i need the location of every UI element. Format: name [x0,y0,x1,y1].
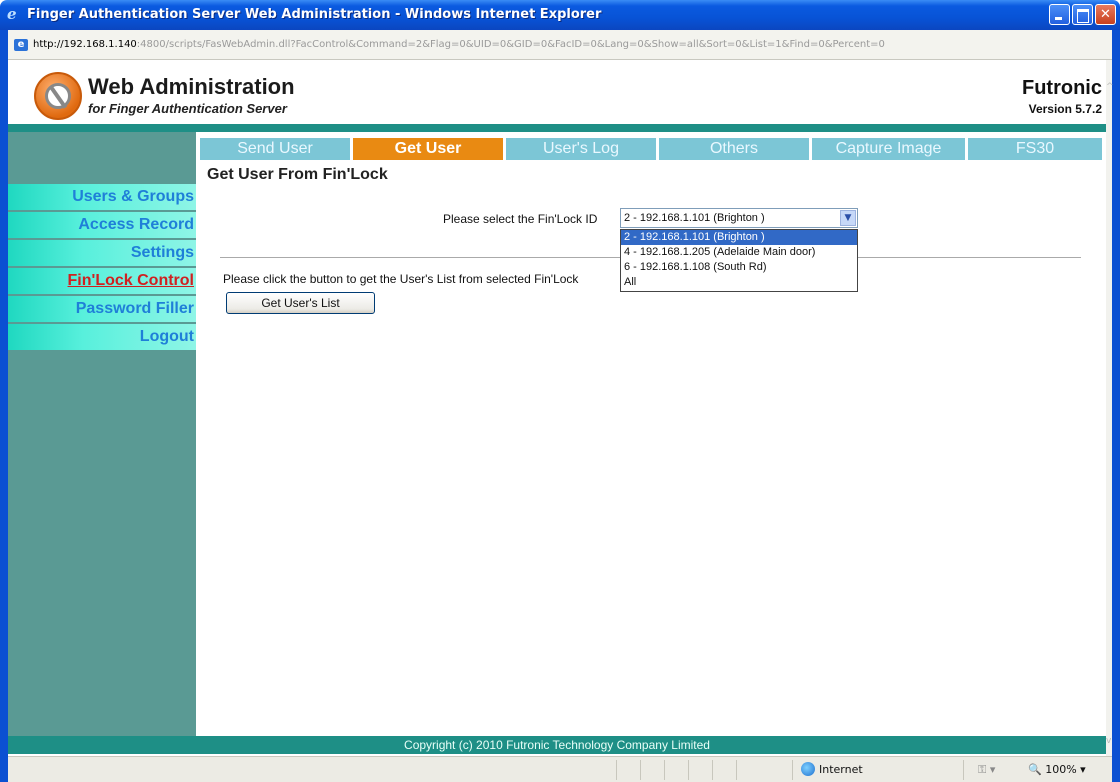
scroll-up-icon[interactable]: ^ [1106,82,1114,92]
page-icon: e [14,39,28,51]
scroll-down-icon[interactable]: v [1106,736,1112,746]
tab-capture-image[interactable]: Capture Image [812,138,965,160]
brand-name: Futronic [1022,77,1102,99]
sidebar-item-logout[interactable]: Logout [8,324,196,350]
dropdown-option[interactable]: 6 - 192.168.1.108 (South Rd) [621,260,857,275]
ie-icon: e [7,5,17,23]
zoom-level: 100% [1045,763,1077,776]
page-title: Get User From Fin'Lock [207,166,388,183]
sidebar-item-password-filler[interactable]: Password Filler [8,296,196,322]
tab-others[interactable]: Others [659,138,809,160]
futronic-logo-icon [34,72,82,120]
sidebar-item-access-record[interactable]: Access Record [8,212,196,238]
app-subtitle: for Finger Authentication Server [88,101,287,116]
status-divider [963,760,964,780]
maximize-button[interactable] [1072,4,1093,25]
dropdown-option[interactable]: 4 - 192.168.1.205 (Adelaide Main door) [621,245,857,260]
instruction-text: Please click the button to get the User'… [223,272,579,286]
tab-send-user[interactable]: Send User [200,138,350,160]
get-users-list-button[interactable]: Get User's List [226,292,375,314]
page-header: Web Administration for Finger Authentica… [8,60,1106,124]
finlock-id-select[interactable]: 2 - 192.168.1.101 (Brighton ) ▼ [620,208,858,228]
vertical-scrollbar[interactable]: ^ v [1106,60,1114,756]
close-button[interactable]: ✕ [1095,4,1116,25]
zoom-icon: 🔍 [1028,763,1042,776]
maximize-icon [1073,5,1092,24]
window-title: Finger Authentication Server Web Adminis… [27,7,602,22]
zone-label: Internet [819,763,863,776]
security-zone: Internet [801,762,863,776]
sidebar: Users & Groups Access Record Settings Fi… [8,132,196,736]
status-divider [664,760,665,780]
status-divider [736,760,737,780]
minimize-icon [1050,5,1069,24]
main-content: Get User From Fin'Lock Please select the… [200,160,1106,736]
chevron-down-icon[interactable]: ▼ [840,210,856,226]
tab-bar: Send User Get User User's Log Others Cap… [200,138,1102,160]
tab-get-user[interactable]: Get User [353,138,503,160]
window-frame-right [1112,30,1120,782]
globe-icon [801,762,815,776]
protected-mode-icon[interactable]: ⚿ ▾ [978,763,995,777]
address-path: :4800/scripts/FasWebAdmin.dll?FacControl… [136,39,885,50]
sidebar-item-users-groups[interactable]: Users & Groups [8,184,196,210]
finlock-dropdown-list[interactable]: 2 - 192.168.1.101 (Brighton ) 4 - 192.16… [620,229,858,292]
copyright-footer: Copyright (c) 2010 Futronic Technology C… [8,736,1106,754]
sidebar-item-finlock-control[interactable]: Fin'Lock Control [8,268,196,294]
status-divider [792,760,793,780]
status-divider [712,760,713,780]
header-band [8,124,1106,132]
app-title: Web Administration [88,74,295,99]
address-url[interactable]: http://192.168.1.140:4800/scripts/FasWeb… [33,39,1103,50]
title-bar[interactable]: e Finger Authentication Server Web Admin… [0,0,1120,30]
finlock-selected-value: 2 - 192.168.1.101 (Brighton ) [624,212,765,224]
dropdown-option[interactable]: All [621,275,857,290]
dropdown-option[interactable]: 2 - 192.168.1.101 (Brighton ) [621,230,857,245]
minimize-button[interactable] [1049,4,1070,25]
window-frame-left [0,30,8,782]
tab-fs30[interactable]: FS30 [968,138,1102,160]
sidebar-item-settings[interactable]: Settings [8,240,196,266]
address-bar[interactable]: e http://192.168.1.140:4800/scripts/FasW… [8,30,1112,60]
status-divider [688,760,689,780]
close-icon: ✕ [1100,7,1111,22]
address-host: http://192.168.1.140 [33,39,137,50]
chevron-down-icon: ▾ [1080,763,1086,776]
status-divider [640,760,641,780]
zoom-control[interactable]: 🔍 100% ▾ [1028,763,1086,776]
status-divider [616,760,617,780]
status-bar: Internet ⚿ ▾ 🔍 100% ▾ [8,756,1112,782]
version-label: Version 5.7.2 [1028,102,1102,116]
tab-users-log[interactable]: User's Log [506,138,656,160]
finlock-select-label: Please select the Fin'Lock ID [443,212,598,226]
